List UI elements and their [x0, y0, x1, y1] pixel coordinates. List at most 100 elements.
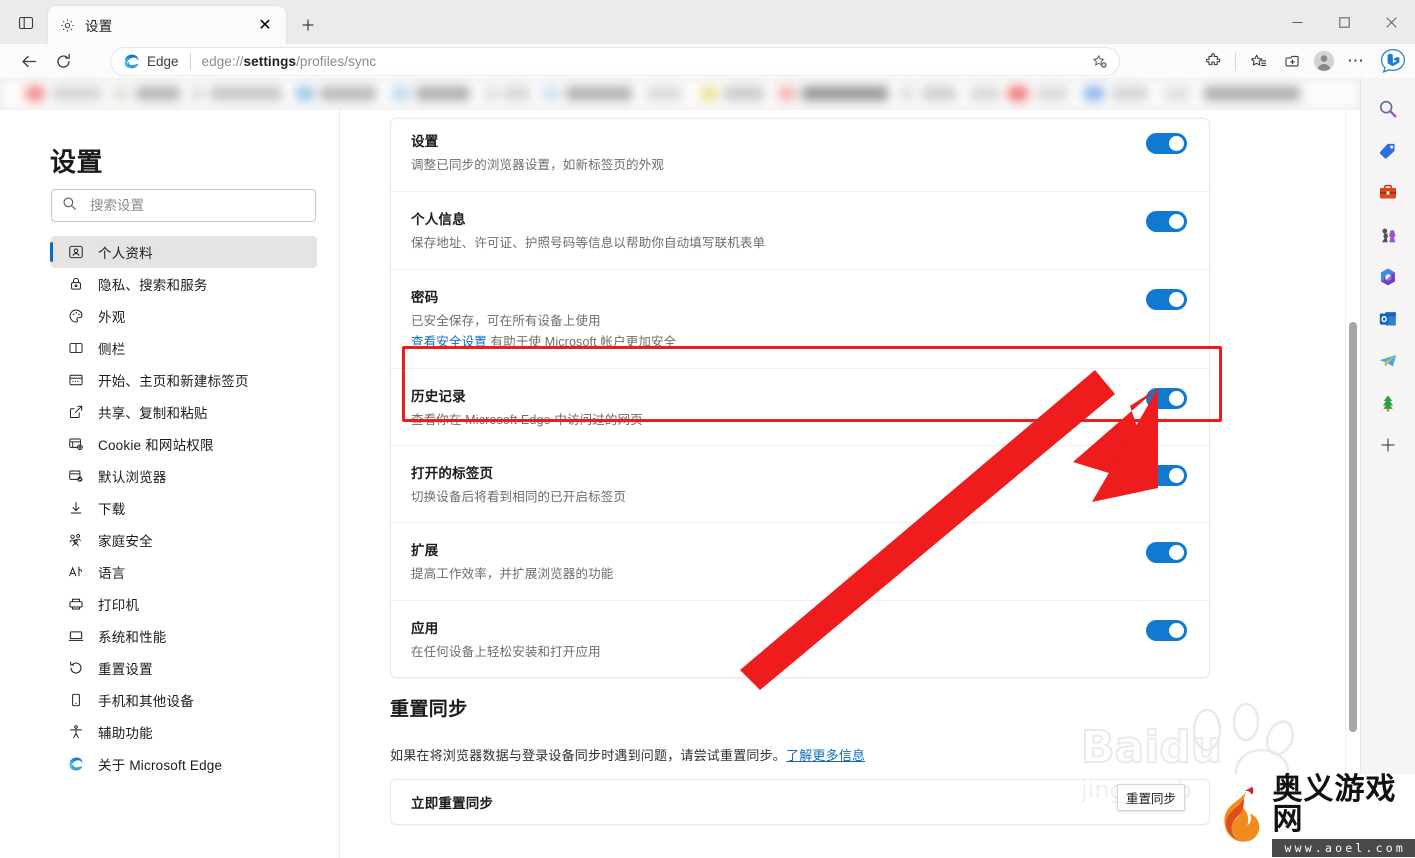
sidebar-item-label: 关于 Microsoft Edge [98, 758, 223, 773]
sync-row-title: 密码 [411, 289, 439, 305]
sidebar-item-family-safety[interactable]: 家庭安全 [51, 524, 317, 556]
reset-sync-now-button[interactable]: 立即重置同步 [390, 779, 1210, 825]
favorites-star-icon[interactable] [1243, 47, 1273, 75]
sync-row-personal-info: 个人信息 保存地址、许可证、护照号码等信息以帮助你自动填写联机表单 [391, 192, 1209, 270]
sync-row-title: 打开的标签页 [411, 465, 494, 481]
search-settings-box[interactable] [51, 189, 316, 222]
sidebar-item-accessibility[interactable]: 辅助功能 [51, 716, 317, 748]
sync-row-desc: 提高工作效率，并扩展浏览器的功能 [411, 567, 614, 582]
settings-main: 设置 调整已同步的浏览器设置，如新标签页的外观 个人信息 保存地址、许可证、护照… [341, 110, 1360, 858]
sync-row-title: 应用 [411, 620, 439, 636]
sync-toggle-passwords[interactable] [1146, 288, 1187, 310]
sync-row-settings: 设置 调整已同步的浏览器设置，如新标签页的外观 [391, 119, 1209, 193]
minimize-button[interactable] [1274, 0, 1321, 44]
add-icon[interactable] [1371, 428, 1405, 462]
sync-row-desc: 查看你在 Microsoft Edge 中访问过的网页 [411, 412, 643, 427]
printer-icon [67, 595, 85, 613]
search-icon[interactable] [1371, 92, 1405, 126]
learn-more-link[interactable]: 了解更多信息 [786, 748, 865, 763]
games-icon[interactable] [1371, 218, 1405, 252]
language-icon [67, 563, 85, 581]
sidebar-item-privacy[interactable]: 隐私、搜索和服务 [51, 268, 317, 300]
puzzle-icon[interactable] [1198, 47, 1228, 75]
sidebar-item-label: 系统和性能 [98, 630, 167, 645]
address-text[interactable]: edge://settings/profiles/sync [202, 54, 1087, 69]
close-icon[interactable]: ✕ [254, 14, 276, 36]
address-bar[interactable]: Edge edge://settings/profiles/sync [110, 47, 1120, 76]
sidebar-item-label: 下载 [98, 502, 126, 517]
sync-row-desc-secondary: 查看安全设置 有助于使 Microsoft 帐户更加安全 [411, 333, 1126, 352]
sidebar-item-system[interactable]: 系统和性能 [51, 620, 317, 652]
reset-sync-desc: 如果在将浏览器数据与登录设备同步时遇到问题，请尝试重置同步。了解更多信息 [390, 745, 1210, 764]
tree-icon[interactable] [1371, 386, 1405, 420]
sync-toggle-personal-info[interactable] [1146, 211, 1187, 233]
sync-toggle-apps[interactable] [1146, 619, 1187, 641]
reset-sync-section: 重置同步 如果在将浏览器数据与登录设备同步时遇到问题，请尝试重置同步。了解更多信… [390, 694, 1210, 825]
new-tab-icon[interactable] [294, 12, 322, 38]
page-scrollbar[interactable] [1345, 110, 1360, 858]
bing-copilot-icon[interactable] [1377, 46, 1409, 76]
star-plus-icon[interactable] [1087, 50, 1113, 74]
settings-sidebar: 设置 搜索设置 个人资料 隐私、搜索和服务 外观 侧栏 开始、主页和新建标签页 … [0, 110, 340, 858]
browser-window: 设置 ✕ Edge edge://settings/profiles/sync … [0, 0, 1415, 858]
sync-row-desc: 调整已同步的浏览器设置，如新标签页的外观 [411, 158, 665, 172]
window-controls [1274, 0, 1415, 44]
sidebar-item-phone-devices[interactable]: 手机和其他设备 [51, 684, 317, 716]
sidebar-item-appearance[interactable]: 外观 [51, 300, 317, 332]
security-desc-tail: 有助于使 Microsoft 帐户更加安全 [486, 335, 677, 350]
avatar-icon[interactable] [1309, 47, 1339, 75]
sidebar-item-languages[interactable]: 语言 [51, 556, 317, 588]
close-window-button[interactable] [1368, 0, 1415, 44]
sidebar-item-label: 手机和其他设备 [98, 694, 194, 709]
bookmarks-bar[interactable] [0, 78, 1360, 110]
sidebar-item-label: 语言 [98, 566, 126, 581]
sync-toggle-settings[interactable] [1146, 133, 1187, 154]
maximize-button[interactable] [1321, 0, 1368, 44]
cookie-icon [67, 435, 85, 453]
system-icon [67, 627, 85, 645]
telegram-icon[interactable] [1371, 344, 1405, 378]
sidebar-item-printers[interactable]: 打印机 [51, 588, 317, 620]
sync-row-title: 扩展 [411, 543, 439, 559]
phone-icon [67, 691, 85, 709]
more-options-icon[interactable]: ⋯ [1341, 47, 1371, 75]
sidebar-item-default-browser[interactable]: 默认浏览器 [51, 460, 317, 492]
scrollbar-thumb[interactable] [1349, 322, 1357, 732]
sync-row-desc: 已安全保存，可在所有设备上使用 [411, 313, 601, 328]
sidebar-item-about-edge[interactable]: 关于 Microsoft Edge [51, 748, 317, 780]
view-security-settings-link[interactable]: 查看安全设置 [411, 335, 487, 349]
sync-toggle-extensions[interactable] [1146, 542, 1187, 564]
sidebar-item-start-home[interactable]: 开始、主页和新建标签页 [51, 364, 317, 396]
profile-icon [67, 243, 85, 261]
sidebar-item-cookies[interactable]: Cookie 和网站权限 [51, 428, 317, 460]
reset-sync-now-label: 立即重置同步 [411, 796, 494, 811]
sync-row-desc: 切换设备后将看到相同的已开启标签页 [411, 489, 627, 504]
sync-row-desc: 在任何设备上轻松安装和打开应用 [411, 644, 601, 659]
sidebar-item-reset-settings[interactable]: 重置设置 [51, 652, 317, 684]
browser-tab[interactable]: 设置 ✕ [48, 6, 286, 44]
shopping-tag-icon[interactable] [1371, 134, 1405, 168]
settings-page: 设置 搜索设置 个人资料 隐私、搜索和服务 外观 侧栏 开始、主页和新建标签页 … [0, 110, 1360, 858]
tools-briefcase-icon[interactable] [1371, 176, 1405, 210]
tab-actions-icon[interactable] [12, 10, 40, 36]
sidebar-item-profile[interactable]: 个人资料 [50, 236, 317, 268]
refresh-icon[interactable] [48, 47, 78, 75]
site-watermark-url: www.aoel.com [1272, 839, 1415, 857]
sync-toggle-open-tabs[interactable] [1146, 464, 1187, 486]
sync-toggle-history[interactable] [1146, 387, 1187, 409]
sync-row-desc: 保存地址、许可证、护照号码等信息以帮助你自动填写联机表单 [411, 236, 766, 251]
outlook-icon[interactable] [1371, 302, 1405, 336]
search-input[interactable] [88, 197, 305, 214]
sidebar-item-sidebar[interactable]: 侧栏 [51, 332, 317, 364]
collections-icon[interactable] [1277, 47, 1307, 75]
sync-items-card: 设置 调整已同步的浏览器设置，如新标签页的外观 个人信息 保存地址、许可证、护照… [390, 118, 1210, 678]
sidebar-item-label: 共享、复制和粘贴 [98, 406, 208, 421]
sidebar-item-share[interactable]: 共享、复制和粘贴 [51, 396, 317, 428]
family-icon [67, 531, 85, 549]
microsoft365-icon[interactable] [1371, 260, 1405, 294]
back-arrow-icon[interactable] [14, 47, 44, 75]
sidebar-item-downloads[interactable]: 下载 [51, 492, 317, 524]
tab-title: 设置 [85, 19, 113, 34]
sidebar-item-label: 隐私、搜索和服务 [98, 278, 208, 293]
reset-sync-heading: 重置同步 [390, 699, 468, 720]
